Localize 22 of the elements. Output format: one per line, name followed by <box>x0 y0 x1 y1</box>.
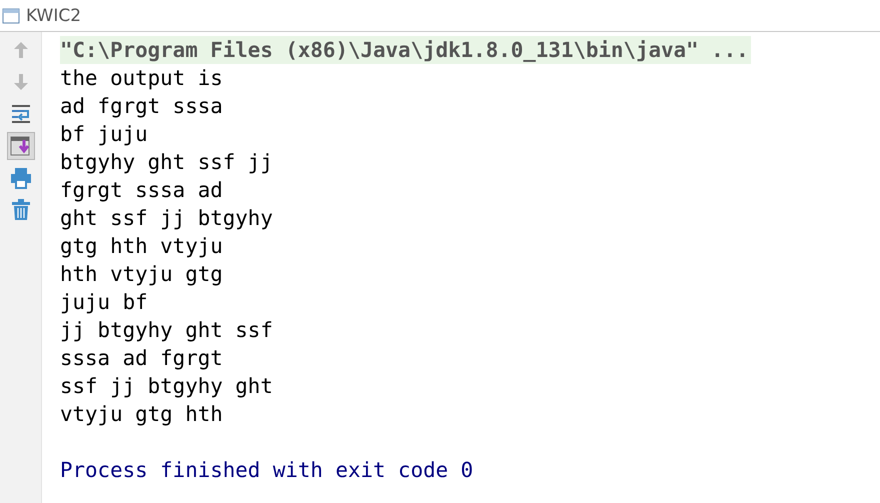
output-line: ad fgrgt sssa <box>60 93 223 120</box>
toolbar-button[interactable] <box>6 132 34 160</box>
down-arrow-icon <box>12 73 28 91</box>
up-arrow-icon <box>12 41 28 59</box>
output-line: gtg hth vtyju <box>60 233 223 260</box>
output-line: btgyhy ght ssf jj <box>60 149 273 176</box>
trash-icon <box>10 199 30 221</box>
exit-message: Process finished with exit code 0 <box>60 457 474 484</box>
soft-wrap-icon <box>10 103 32 125</box>
output-line: ssf jj btgyhy ght <box>60 373 273 400</box>
output-line: sssa ad fgrgt <box>60 345 223 372</box>
print-icon <box>10 167 32 189</box>
output-line: juju bf <box>60 289 148 316</box>
output-line: hth vtyju gtg <box>60 261 223 288</box>
scroll-to-end-icon <box>10 135 32 157</box>
output-line: fgrgt sssa ad <box>60 177 223 204</box>
output-line: bf juju <box>60 121 148 148</box>
output-line: ght ssf jj btgyhy <box>60 205 273 232</box>
output-line: jj btgyhy ght ssf <box>60 317 273 344</box>
output-line: vtyju gtg hth <box>60 401 223 428</box>
output-line: the output is <box>60 65 223 92</box>
window-title: KWIC2 <box>26 6 82 26</box>
